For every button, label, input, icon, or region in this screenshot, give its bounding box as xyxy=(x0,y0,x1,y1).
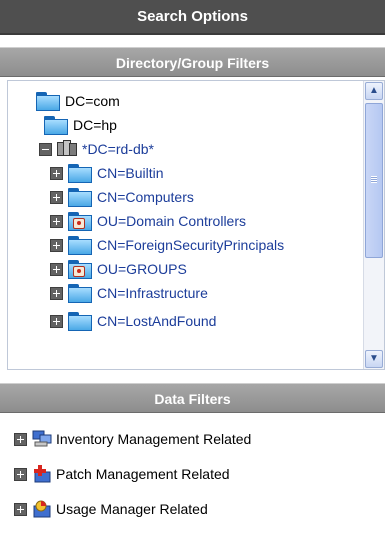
data-filters-title: Data Filters xyxy=(154,391,231,407)
directory-tree[interactable]: DC=com DC=hp *DC=rd-db* CN=Builtin CN=Co… xyxy=(7,80,385,370)
search-options-header: Search Options xyxy=(0,0,385,35)
header-gap xyxy=(0,35,385,47)
tree-node-dc-hp[interactable]: DC=hp xyxy=(44,113,117,137)
tree-node-cn-computers[interactable]: CN=Computers xyxy=(50,185,194,209)
tree-node-label[interactable]: CN=Infrastructure xyxy=(97,285,208,301)
folder-icon xyxy=(68,187,92,207)
scroll-up-icon[interactable]: ▲ xyxy=(365,82,383,100)
data-filter-usage[interactable]: Usage Manager Related xyxy=(14,498,208,520)
data-filter-inventory[interactable]: Inventory Management Related xyxy=(14,428,251,450)
scroll-down-icon[interactable]: ▼ xyxy=(365,350,383,368)
tree-node-label[interactable]: CN=ForeignSecurityPrincipals xyxy=(97,237,284,253)
tree-node-label[interactable]: DC=hp xyxy=(73,117,117,133)
folder-icon xyxy=(68,311,92,331)
tree-node-ou-domain-controllers[interactable]: OU=Domain Controllers xyxy=(50,209,246,233)
expand-icon[interactable] xyxy=(14,432,27,446)
expand-icon[interactable] xyxy=(14,502,27,516)
expand-icon[interactable] xyxy=(50,238,63,252)
tree-node-dc-com[interactable]: DC=com xyxy=(36,89,120,113)
ou-folder-icon xyxy=(68,259,92,279)
usage-icon xyxy=(32,500,52,518)
folder-icon xyxy=(68,163,92,183)
expand-icon[interactable] xyxy=(50,166,63,180)
data-filters-header[interactable]: Data Filters xyxy=(0,383,385,413)
tree-node-label[interactable]: DC=com xyxy=(65,93,120,109)
tree-node-label[interactable]: CN=Computers xyxy=(97,189,194,205)
tree-scrollbar[interactable]: ▲ ▼ xyxy=(363,81,384,369)
directory-filters-header[interactable]: Directory/Group Filters xyxy=(0,47,385,77)
folder-icon xyxy=(36,91,60,111)
directory-filters-title: Directory/Group Filters xyxy=(115,55,270,71)
tree-node-ou-groups[interactable]: OU=GROUPS xyxy=(50,257,187,281)
tree-node-cn-infrastructure[interactable]: CN=Infrastructure xyxy=(50,281,208,305)
data-filter-label[interactable]: Patch Management Related xyxy=(56,466,230,482)
folder-icon xyxy=(68,235,92,255)
folder-icon xyxy=(68,283,92,303)
tree-node-label[interactable]: OU=GROUPS xyxy=(97,261,187,277)
tree-node-cn-foreignsecurityprincipals[interactable]: CN=ForeignSecurityPrincipals xyxy=(50,233,284,257)
tree-node-label[interactable]: *DC=rd-db* xyxy=(82,141,154,157)
expand-icon[interactable] xyxy=(50,314,63,328)
scroll-thumb[interactable] xyxy=(365,103,383,258)
tree-node-dc-rd-db[interactable]: *DC=rd-db* xyxy=(39,137,154,161)
expand-icon[interactable] xyxy=(14,467,27,481)
tree-node-label[interactable]: CN=LostAndFound xyxy=(97,313,216,329)
expand-icon[interactable] xyxy=(50,190,63,204)
data-filter-label[interactable]: Usage Manager Related xyxy=(56,501,208,517)
ou-folder-icon xyxy=(68,211,92,231)
tree-node-cn-lostandfound[interactable]: CN=LostAndFound xyxy=(50,309,216,333)
folder-icon xyxy=(44,115,68,135)
inventory-icon xyxy=(32,430,52,448)
data-filter-label[interactable]: Inventory Management Related xyxy=(56,431,251,447)
domain-icon xyxy=(57,139,77,159)
data-filter-patch[interactable]: Patch Management Related xyxy=(14,463,230,485)
tree-node-cn-builtin[interactable]: CN=Builtin xyxy=(50,161,164,185)
tree-viewport: DC=com DC=hp *DC=rd-db* CN=Builtin CN=Co… xyxy=(8,81,363,369)
search-options-title: Search Options xyxy=(137,8,248,25)
expand-icon[interactable] xyxy=(50,262,63,276)
expand-icon[interactable] xyxy=(50,214,63,228)
tree-node-label[interactable]: OU=Domain Controllers xyxy=(97,213,246,229)
tree-node-label[interactable]: CN=Builtin xyxy=(97,165,164,181)
expand-icon[interactable] xyxy=(50,286,63,300)
patch-icon xyxy=(32,465,52,483)
collapse-icon[interactable] xyxy=(39,142,52,156)
